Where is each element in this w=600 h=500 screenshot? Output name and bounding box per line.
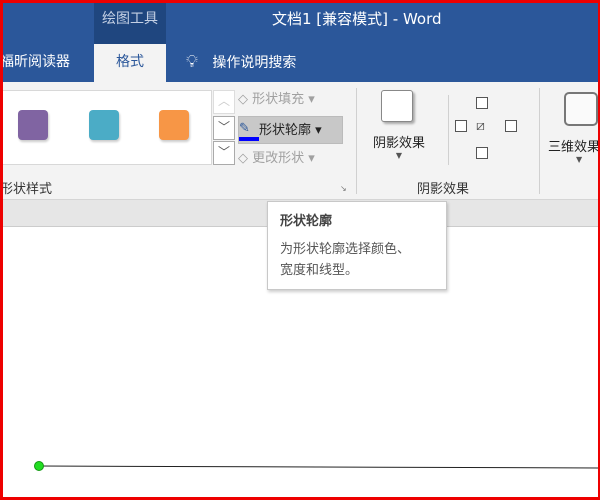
highlight-frame (0, 0, 600, 500)
